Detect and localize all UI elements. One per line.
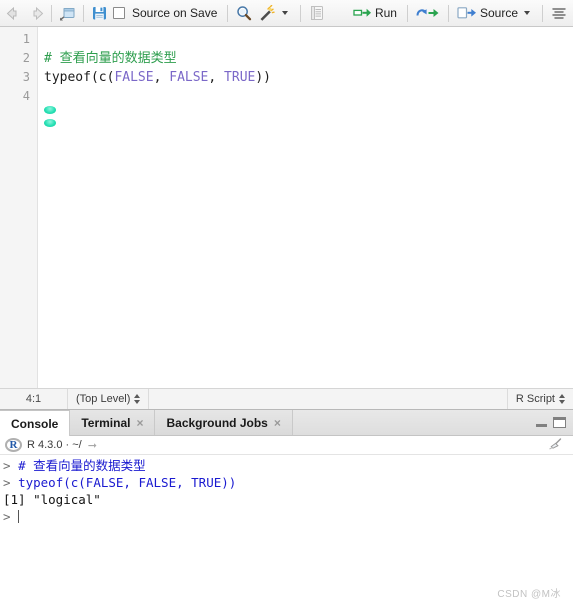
console-output: [1] "logical" [3, 492, 101, 507]
close-icon[interactable]: × [274, 417, 281, 429]
document-outline-icon[interactable] [548, 3, 569, 24]
tab-bar-filler [292, 410, 573, 435]
console-prompt: > [3, 475, 19, 490]
console-text-caret[interactable] [18, 510, 20, 523]
editor-body[interactable]: 1234 # 查看向量的数据类型 typeof(c(FALSE, FALSE, T… [0, 27, 573, 388]
code-tools-button[interactable] [255, 3, 295, 24]
gutter-line-number: 3 [22, 70, 30, 84]
r-logo-letter: R [9, 438, 18, 451]
gutter-line-number: 2 [22, 51, 30, 65]
code-token-plain: , [208, 70, 225, 85]
rstudio-window: Source on Save Run Source 1 2 3 4 # 查看向量… [0, 0, 573, 610]
cursor-marker-icon [44, 106, 56, 130]
code-token-plain: typeof(c( [44, 70, 115, 85]
scope-updown-icon[interactable] [134, 394, 141, 404]
code-token-plain: , [153, 70, 170, 85]
tab-label: Background Jobs [166, 415, 268, 430]
cursor-position[interactable]: 4:1 [0, 389, 68, 409]
scope-selector[interactable]: (Top Level) [68, 389, 150, 409]
compile-report-icon[interactable] [306, 3, 327, 24]
find-replace-icon[interactable] [233, 3, 255, 24]
source-on-save-checkbox[interactable]: Source on Save [110, 3, 222, 24]
code-token-const: FALSE [114, 70, 154, 85]
code-line[interactable] [44, 87, 573, 106]
run-icon [353, 8, 371, 17]
toolbar-separator [300, 4, 302, 22]
tab-console[interactable]: Console [0, 410, 71, 436]
source-on-save-checkbox-box[interactable] [113, 7, 125, 19]
toolbar-separator [542, 4, 543, 22]
file-type-selector[interactable]: R Script [506, 389, 573, 409]
toolbar-separator [227, 4, 229, 22]
maximize-pane-icon[interactable] [553, 417, 566, 428]
console-prompt: > [3, 458, 19, 473]
editor-gutter: 1 2 3 4 [0, 27, 38, 388]
toolbar-separator [51, 4, 52, 22]
run-button[interactable]: Run [350, 3, 402, 24]
console-input: # 查看向量的数据类型 [18, 458, 146, 473]
file-type-updown-icon[interactable] [559, 394, 565, 404]
console-prompt: > [3, 509, 19, 524]
console-line: > [3, 508, 573, 525]
save-icon[interactable] [89, 3, 110, 24]
code-line[interactable]: # 查看向量的数据类型 [44, 49, 573, 68]
console-tab-bar: Console Terminal × Background Jobs × [0, 410, 573, 436]
expand-arrow-icon[interactable]: ➞ [88, 439, 97, 452]
console-line: > typeof(c(FALSE, FALSE, TRUE)) [3, 474, 573, 491]
source-on-save-label: Source on Save [132, 6, 218, 20]
toolbar-separator [447, 4, 449, 22]
scope-label: (Top Level) [76, 393, 131, 405]
toolbar-separator [406, 4, 408, 22]
editor-status-bar: 4:1 (Top Level) R Script [0, 388, 573, 409]
console-line: > # 查看向量的数据类型 [3, 457, 573, 474]
tab-terminal[interactable]: Terminal × [70, 410, 156, 435]
source-button[interactable]: Source [454, 3, 537, 24]
source-caret-icon[interactable] [524, 11, 530, 15]
console-line: [1] "logical" [3, 491, 573, 508]
back-arrow-icon[interactable] [4, 3, 25, 24]
code-token-comment: # 查看向量的数据类型 [44, 51, 177, 66]
source-label: Source [479, 6, 518, 20]
r-logo-icon: R [5, 438, 22, 452]
console-pane: Console Terminal × Background Jobs × R R 4.3… [0, 410, 573, 610]
code-line[interactable]: typeof(c(FALSE, FALSE, TRUE)) [44, 68, 573, 87]
console-header: R R 4.3.0 · ~/ ➞ [0, 436, 573, 455]
watermark: CSDN @M冰 [497, 589, 561, 600]
forward-arrow-icon[interactable] [25, 3, 46, 24]
source-editor-pane: Source on Save Run Source 1 2 3 4 # 查看向量… [0, 0, 573, 410]
code-token-const: FALSE [169, 70, 209, 85]
toolbar-separator [83, 4, 84, 22]
magic-wand-icon [260, 5, 276, 21]
broom-clear-console-icon[interactable] [547, 438, 563, 452]
gutter-line-number: 1 [22, 32, 30, 46]
cursor-position-text: 4:1 [25, 393, 42, 405]
rerun-previous-icon[interactable] [413, 3, 443, 24]
code-token-const: TRUE [224, 70, 256, 85]
show-in-new-window-icon[interactable] [57, 3, 78, 24]
console-input: typeof(c(FALSE, FALSE, TRUE)) [18, 475, 237, 490]
file-type-label: R Script [515, 393, 555, 405]
editor-code-area[interactable]: # 查看向量的数据类型 typeof(c(FALSE, FALSE, TRUE)) [38, 27, 573, 388]
run-label: Run [374, 6, 397, 20]
gutter-line-number: 4 [22, 89, 30, 103]
code-token-plain: )) [255, 70, 272, 85]
console-output[interactable]: > # 查看向量的数据类型 > typeof(c(FALSE, FALSE, TR… [0, 455, 573, 610]
code-tools-caret-icon[interactable] [282, 11, 289, 15]
tab-label: Console [11, 416, 59, 431]
minimize-pane-icon[interactable] [535, 417, 548, 428]
source-icon [457, 7, 476, 19]
tab-label: Terminal [81, 415, 131, 430]
r-version-path: R 4.3.0 · ~/ [27, 439, 82, 451]
tab-background-jobs[interactable]: Background Jobs × [155, 410, 293, 435]
editor-toolbar: Source on Save Run Source [0, 0, 573, 27]
code-line[interactable] [44, 30, 573, 49]
close-icon[interactable]: × [136, 417, 143, 429]
